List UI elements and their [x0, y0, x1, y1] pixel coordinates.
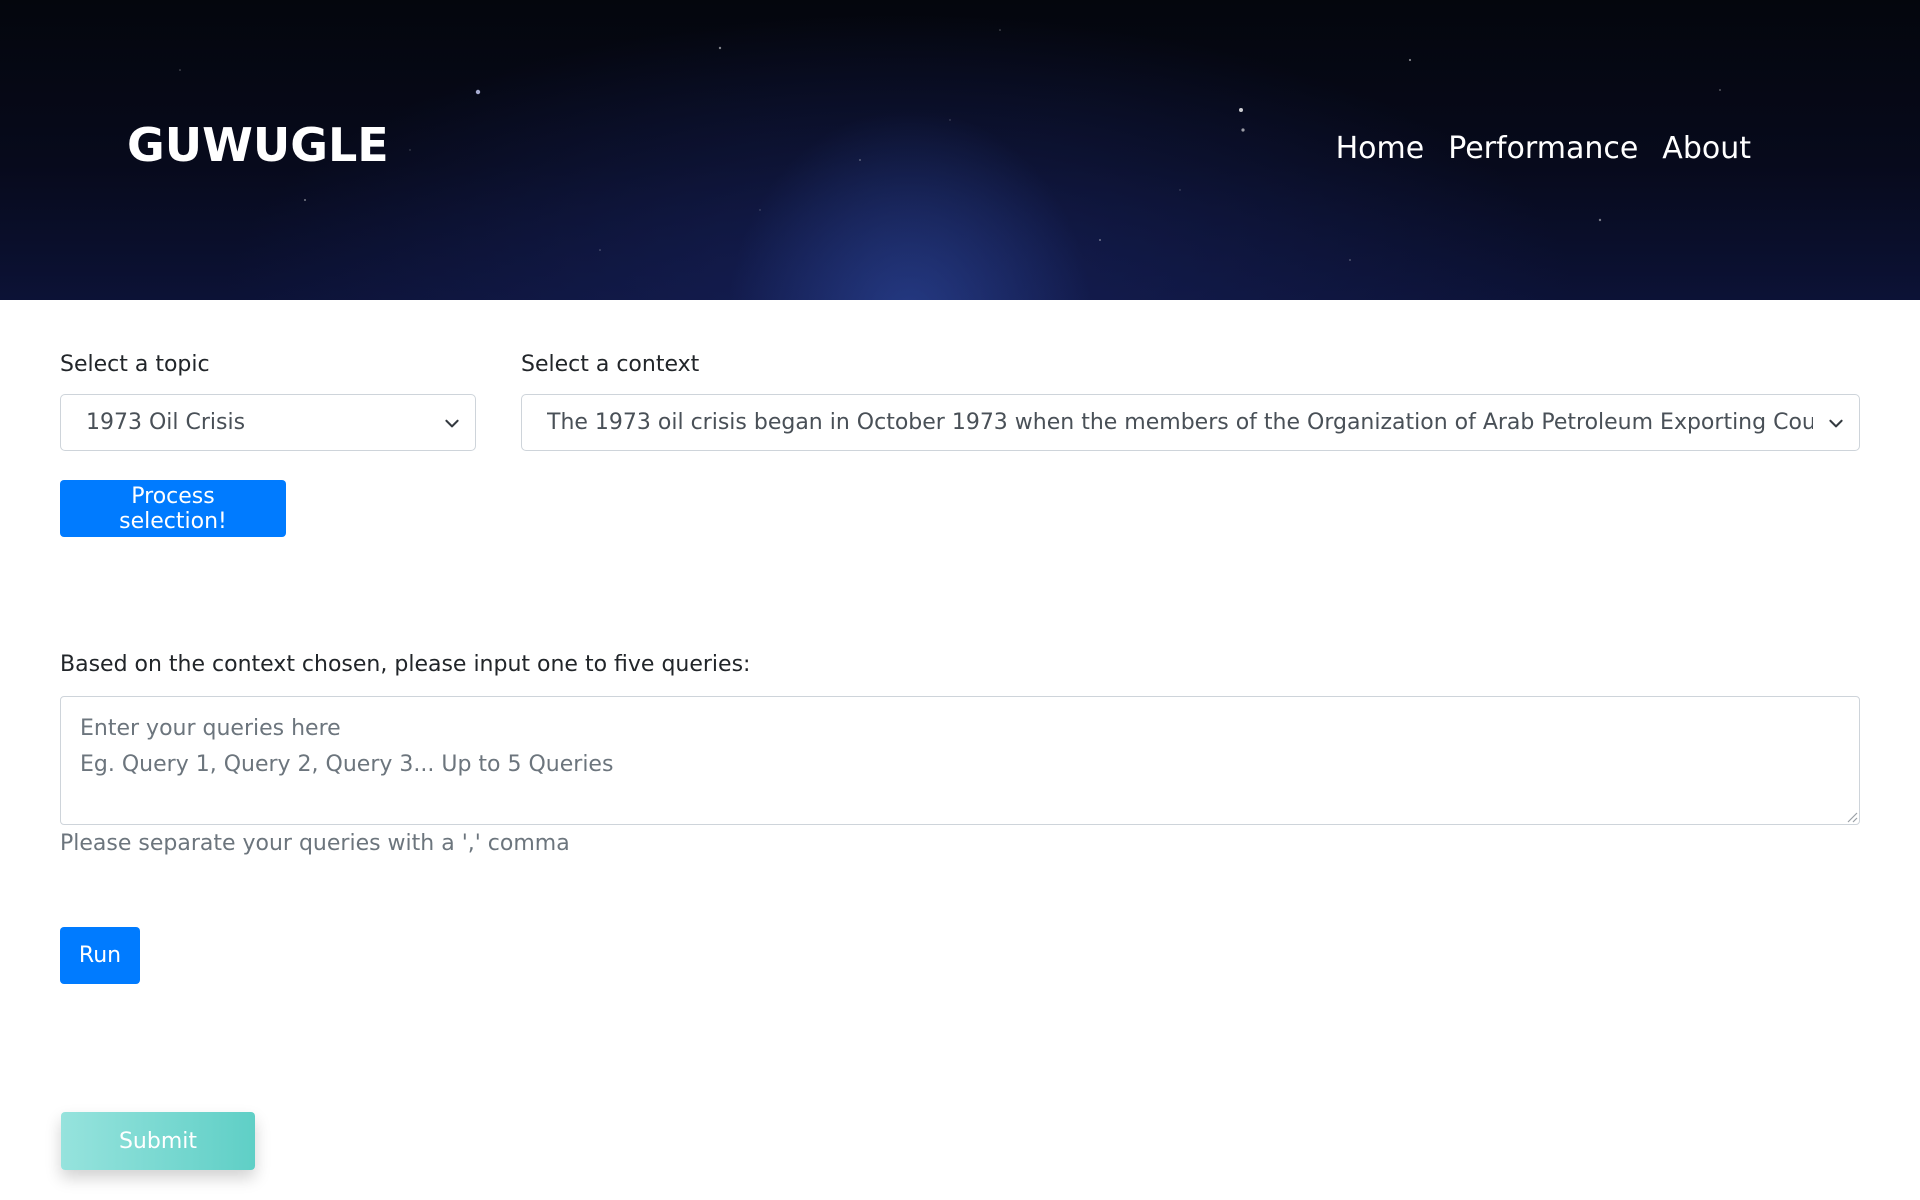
process-selection-button[interactable]: Process selection!	[60, 480, 286, 537]
brand-logo[interactable]: GUWUGLE	[127, 122, 389, 168]
context-selected-value: The 1973 oil crisis began in October 197…	[547, 410, 1813, 436]
chevron-down-icon	[1829, 420, 1843, 428]
context-select[interactable]: The 1973 oil crisis began in October 197…	[521, 394, 1860, 452]
queries-textarea[interactable]: Enter your queries here Eg. Query 1, Que…	[60, 696, 1860, 825]
nav-home[interactable]: Home	[1336, 134, 1425, 164]
resize-handle-icon[interactable]	[1844, 809, 1858, 823]
queries-label: Based on the context chosen, please inpu…	[60, 652, 751, 677]
context-group: Select a context The 1973 oil crisis beg…	[521, 350, 1860, 452]
topic-group: Select a topic 1973 Oil Crisis	[60, 350, 476, 452]
topic-select[interactable]: 1973 Oil Crisis	[60, 394, 476, 452]
hero-header: GUWUGLE Home Performance About	[0, 0, 1920, 300]
main-nav: Home Performance About	[1336, 134, 1751, 164]
nav-about[interactable]: About	[1662, 134, 1751, 164]
submit-button[interactable]: Submit	[61, 1112, 255, 1170]
topic-selected-value: 1973 Oil Crisis	[86, 410, 246, 436]
context-label: Select a context	[521, 352, 700, 377]
run-button[interactable]: Run	[60, 927, 140, 984]
queries-help-text: Please separate your queries with a ',' …	[60, 831, 570, 856]
nav-performance[interactable]: Performance	[1448, 134, 1638, 164]
chevron-down-icon	[445, 420, 459, 428]
topic-label: Select a topic	[60, 352, 210, 377]
